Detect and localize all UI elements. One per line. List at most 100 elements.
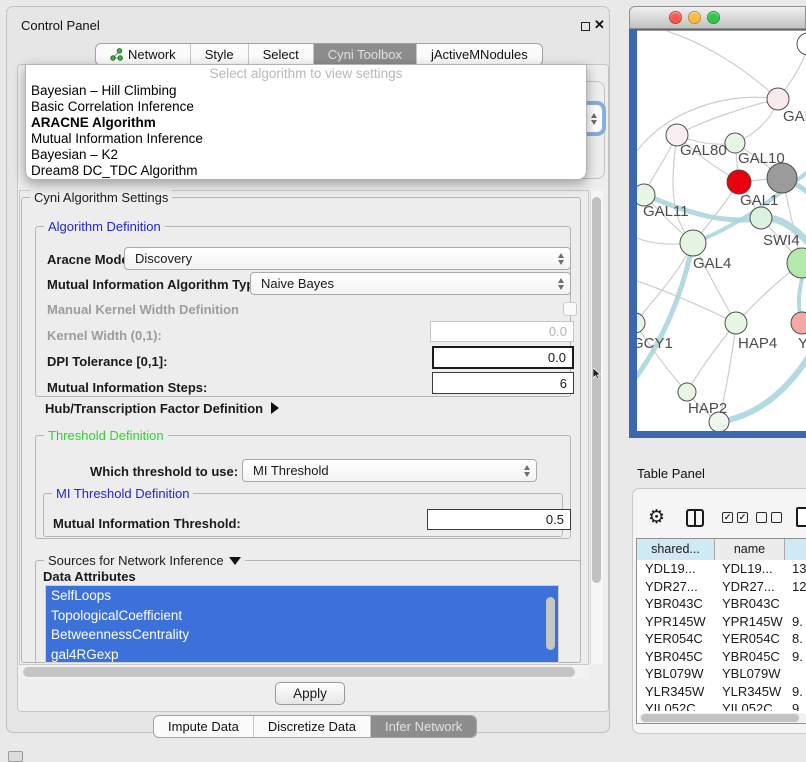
algorithm-option-basic-correlation-inference[interactable]: Basic Correlation Inference: [26, 99, 586, 115]
kernel-width-label: Kernel Width (0,1):: [47, 328, 162, 343]
expanded-arrow-icon: [229, 557, 241, 565]
combo-value: Naive Bayes: [261, 276, 334, 291]
zoom-traffic-light-icon[interactable]: [707, 11, 720, 24]
close-traffic-light-icon[interactable]: [669, 11, 682, 24]
network-node[interactable]: [787, 248, 806, 278]
cell: [784, 665, 806, 683]
dpi-tolerance-field[interactable]: 0.0: [432, 346, 574, 369]
cell: YDR27...: [637, 578, 714, 596]
network-view-window: GALGAL80GAL10GAL1GAL11SWI4GAL4GCY1HAP4YH…: [629, 6, 806, 438]
column-header-name[interactable]: name: [714, 539, 784, 560]
manual-kernel-width-checkbox[interactable]: [563, 302, 577, 316]
checked-checkbox-icon[interactable]: ✓: [737, 512, 748, 523]
network-node-label: HAP2: [688, 400, 727, 417]
mouse-cursor: [593, 368, 603, 380]
algorithm-option-dream8-dc-tdc-algorithm[interactable]: Dream8 DC_TDC Algorithm: [26, 163, 586, 179]
tab-discretize-data[interactable]: Discretize Data: [253, 716, 370, 737]
network-node[interactable]: [797, 33, 806, 55]
table-row[interactable]: YBR043CYBR043C: [637, 595, 806, 613]
unchecked-checkbox-icon[interactable]: [771, 512, 782, 523]
network-node[interactable]: [678, 383, 696, 401]
network-node-label: GAL80: [680, 142, 727, 159]
network-node-label: Y: [798, 335, 806, 352]
table-row[interactable]: YDL19...YDL19...13: [637, 560, 806, 578]
cell: 13: [784, 560, 806, 578]
data-attributes-list[interactable]: SelfLoopsTopologicalCoefficientBetweenne…: [45, 585, 559, 663]
network-node[interactable]: [767, 163, 797, 193]
mi-threshold-field[interactable]: 0.5: [427, 509, 571, 530]
tab-jactivemnodules[interactable]: jActiveMNodules: [416, 44, 542, 65]
attribute-item-betweennesscentrality[interactable]: BetweennessCentrality: [46, 625, 558, 645]
group-title: Algorithm Definition: [44, 219, 165, 234]
sources-toggle[interactable]: Sources for Network Inference: [44, 553, 245, 568]
network-node[interactable]: [637, 313, 645, 333]
attribute-item-selfloops[interactable]: SelfLoops: [46, 586, 558, 606]
tab-label: Discretize Data: [268, 719, 356, 734]
tab-network[interactable]: Network: [96, 44, 190, 65]
which-threshold-combobox[interactable]: MI Threshold: [242, 459, 537, 482]
network-node[interactable]: [791, 312, 806, 334]
tab-label: Infer Network: [385, 719, 462, 734]
table-row[interactable]: YPR145WYPR145W9.: [637, 613, 806, 631]
cell: 8.: [784, 630, 806, 648]
network-node[interactable]: [680, 230, 706, 256]
network-node[interactable]: [750, 207, 772, 229]
mi-steps-field[interactable]: 6: [432, 372, 574, 394]
algorithm-option-bayesian-hill-climbing[interactable]: Bayesian – Hill Climbing: [26, 83, 586, 99]
table-row[interactable]: YER054CYER054C8.: [637, 630, 806, 648]
attribute-item-topologicalcoefficient[interactable]: TopologicalCoefficient: [46, 606, 558, 626]
combo-value: MI Threshold: [253, 463, 329, 478]
unchecked-checkbox-icon[interactable]: [756, 512, 767, 523]
table-horizontal-scrollbar[interactable]: [639, 713, 806, 723]
cell: YER054C: [637, 630, 714, 648]
mi-steps-label: Mutual Information Steps:: [47, 380, 207, 395]
float-icon[interactable]: [581, 22, 590, 31]
list-scrollbar[interactable]: [546, 597, 555, 650]
minimize-traffic-light-icon[interactable]: [688, 11, 701, 24]
table-row[interactable]: YDR27...YDR27...12: [637, 578, 806, 596]
table-row[interactable]: YBR045CYBR045C9.: [637, 648, 806, 666]
network-node-label: GAL: [783, 108, 806, 125]
cell: YDL19...: [637, 560, 714, 578]
settings-vertical-scrollbar-thumb[interactable]: [592, 197, 601, 583]
attribute-item-gal4rgexp[interactable]: gal4RGexp: [46, 645, 558, 664]
tab-impute-data[interactable]: Impute Data: [154, 716, 253, 737]
kernel-width-field[interactable]: 0.0: [430, 321, 574, 342]
split-columns-icon[interactable]: [686, 509, 704, 527]
network-node-label: GAL4: [693, 255, 731, 272]
column-header-col2[interactable]: [784, 539, 806, 560]
network-node[interactable]: [725, 312, 747, 334]
table-row[interactable]: YLR345WYLR345W9.: [637, 683, 806, 701]
network-node[interactable]: [767, 88, 789, 110]
close-icon[interactable]: ✕: [594, 17, 605, 33]
apply-button[interactable]: Apply: [275, 682, 345, 705]
mi-algorithm-type-label: Mutual Information Algorithm Type:: [47, 277, 266, 292]
control-panel-title: Control Panel: [21, 18, 100, 33]
checked-checkbox-icon[interactable]: ✓: [722, 512, 733, 523]
gear-icon[interactable]: ⚙: [648, 506, 665, 528]
table-row[interactable]: YBL079WYBL079W: [637, 665, 806, 683]
network-window-titlebar[interactable]: [629, 6, 806, 29]
network-node[interactable]: [727, 170, 751, 194]
tab-infer-network[interactable]: Infer Network: [370, 716, 476, 737]
mi-algorithm-type-combobox[interactable]: Naive Bayes: [250, 272, 571, 295]
tab-label: jActiveMNodules: [431, 47, 528, 62]
minimized-panel-icon[interactable]: [8, 751, 23, 762]
algorithm-option-mutual-information-inference[interactable]: Mutual Information Inference: [26, 131, 586, 147]
settings-horizontal-scrollbar-thumb[interactable]: [23, 667, 575, 677]
combo-spinner-icon: [591, 113, 597, 125]
page-icon[interactable]: [796, 507, 806, 527]
network-node-label: HAP4: [738, 335, 777, 352]
aracne-mode-combobox[interactable]: Discovery: [124, 247, 571, 270]
table-horizontal-scrollbar-thumb[interactable]: [641, 714, 799, 722]
algorithm-option-aracne-algorithm[interactable]: ARACNE Algorithm: [26, 115, 586, 131]
column-header-shared[interactable]: shared...: [637, 539, 714, 560]
tab-style[interactable]: Style: [190, 44, 248, 65]
cell: YBR045C: [714, 648, 784, 666]
tab-select[interactable]: Select: [248, 44, 313, 65]
hub-definition-toggle[interactable]: Hub/Transcription Factor Definition: [45, 401, 279, 416]
algorithm-option-bayesian-k2[interactable]: Bayesian – K2: [26, 147, 586, 163]
table-row[interactable]: YIL052CYIL052C9: [637, 700, 806, 711]
tab-cyni-toolbox[interactable]: Cyni Toolbox: [313, 44, 416, 65]
network-canvas[interactable]: GALGAL80GAL10GAL1GAL11SWI4GAL4GCY1HAP4YH…: [637, 30, 806, 431]
